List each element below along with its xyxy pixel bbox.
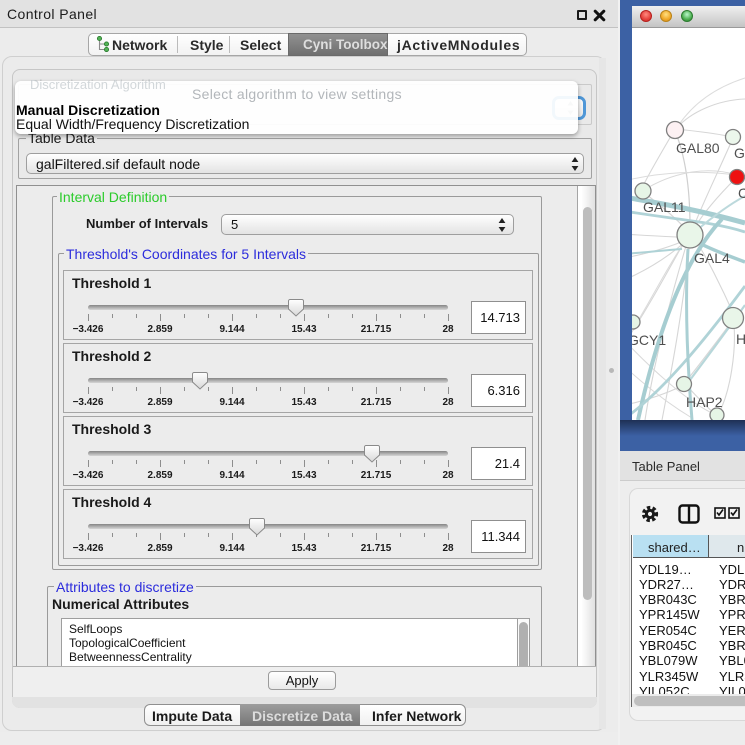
svg-text:H: H (736, 331, 745, 347)
svg-text:GAL80: GAL80 (676, 140, 720, 156)
svg-text:GAL11: GAL11 (643, 199, 686, 215)
svg-text:C: C (738, 185, 745, 201)
svg-text:HAP2: HAP2 (686, 394, 723, 410)
svg-text:GAL4: GAL4 (694, 250, 730, 266)
svg-text:GA: GA (734, 145, 745, 161)
svg-text:GCY1: GCY1 (632, 332, 666, 348)
